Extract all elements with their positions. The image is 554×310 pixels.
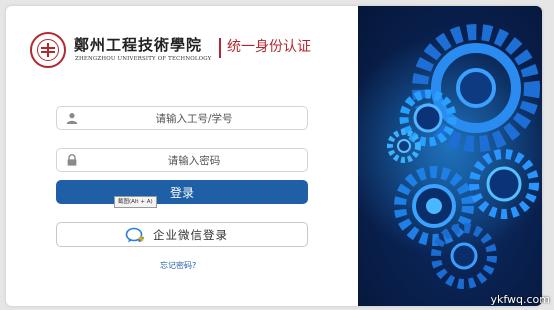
page-title: 统一身份认证 <box>227 39 311 55</box>
login-panel: 鄭州工程技術學院 ZHENGZHOU UNIVERSITY OF TECHNOL… <box>6 6 358 306</box>
password-input[interactable] <box>81 151 307 171</box>
university-seal-icon <box>30 32 66 68</box>
user-icon <box>66 113 78 124</box>
username-field[interactable] <box>56 106 308 130</box>
password-field[interactable] <box>56 148 308 172</box>
login-button[interactable]: 登录 <box>56 180 308 204</box>
wechat-login-button[interactable]: 企业微信登录 <box>56 222 308 247</box>
lock-icon <box>67 154 77 166</box>
header-logo: 鄭州工程技術學院 ZHENGZHOU UNIVERSITY OF TECHNOL… <box>30 32 350 72</box>
gears-illustration <box>358 24 542 289</box>
wechat-work-icon <box>125 227 144 243</box>
decorative-gears-panel <box>358 6 542 306</box>
login-card: 鄭州工程技術學院 ZHENGZHOU UNIVERSITY OF TECHNOL… <box>6 6 542 306</box>
wechat-login-label: 企业微信登录 <box>153 228 228 242</box>
forgot-password-link[interactable]: 忘记密码? <box>160 260 196 271</box>
title-divider <box>219 38 221 58</box>
university-name: 鄭州工程技術學院 <box>74 36 203 54</box>
username-input[interactable] <box>81 109 307 129</box>
university-name-en: ZHENGZHOU UNIVERSITY OF TECHNOLOGY <box>75 56 212 62</box>
site-watermark: ykfwq.com <box>490 293 550 306</box>
screenshot-tooltip: 截图(Alt + A) <box>114 196 157 208</box>
